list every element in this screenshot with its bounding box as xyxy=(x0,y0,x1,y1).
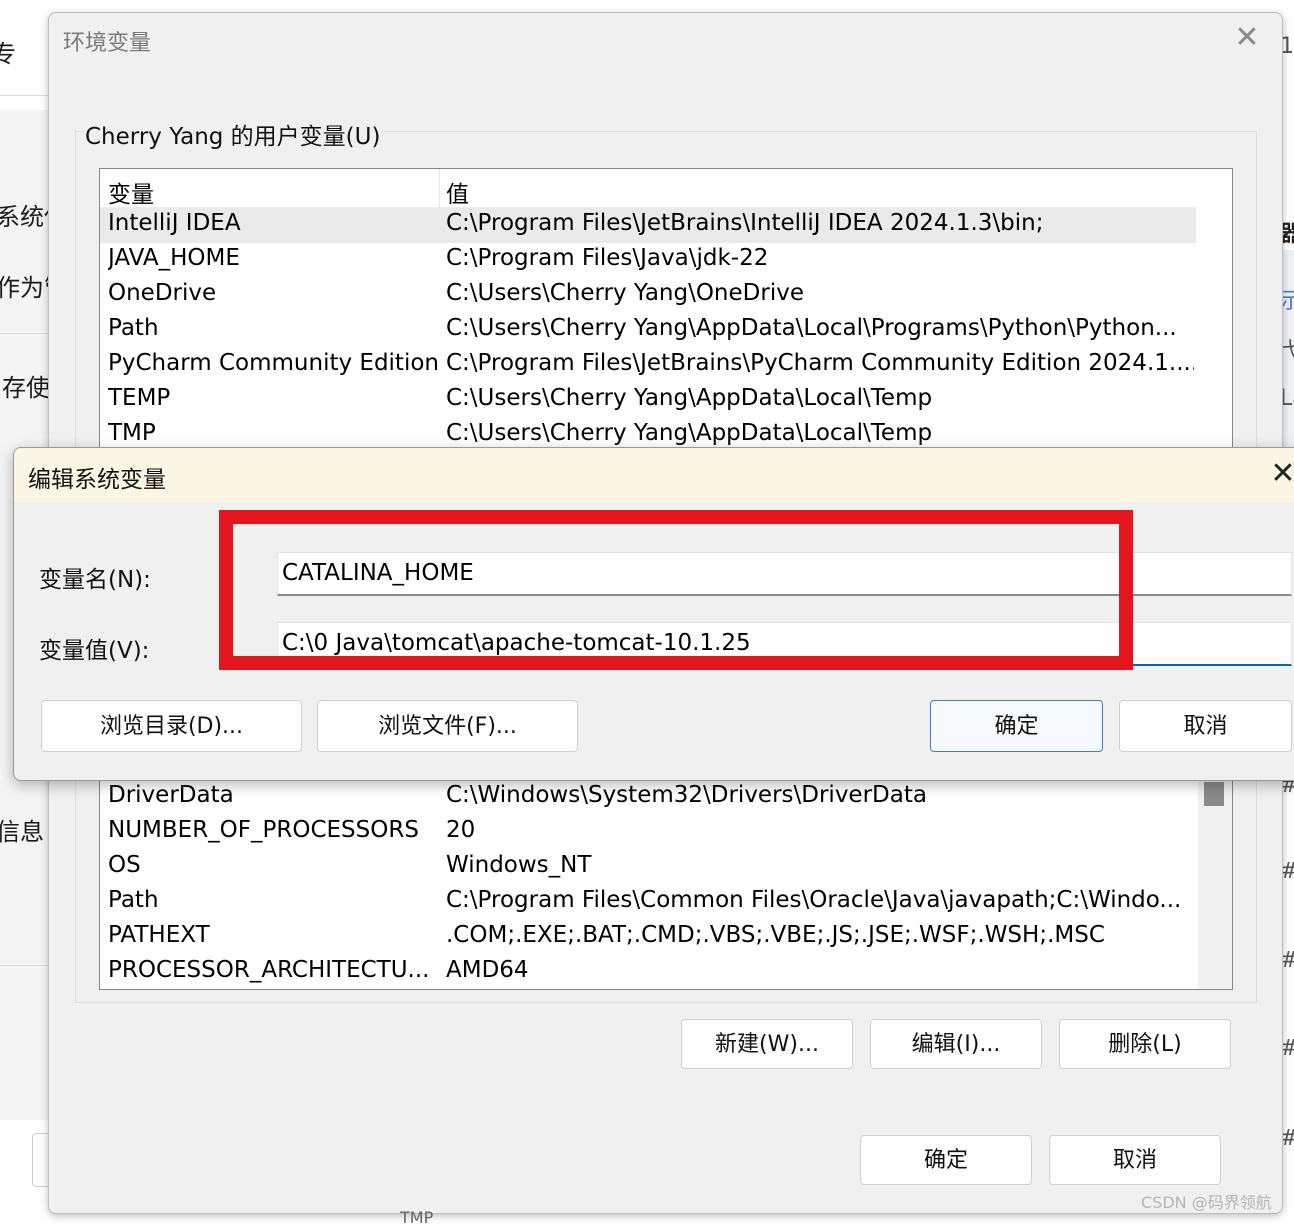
background-text: 系统保 xyxy=(0,203,50,231)
list-row[interactable]: TEMP C:\Users\Cherry Yang\AppData\Local\… xyxy=(100,383,1196,418)
variable-name: OS xyxy=(108,852,141,878)
divider xyxy=(0,333,50,334)
divider xyxy=(0,965,50,966)
variable-value: C:\Program Files\JetBrains\PyCharm Commu… xyxy=(446,350,1194,376)
cancel-button[interactable]: 取消 xyxy=(1049,1135,1221,1185)
list-row[interactable]: DriverData C:\Windows\System32\Drivers\D… xyxy=(100,780,1196,815)
background-text: 存使 xyxy=(2,374,50,402)
ok-button[interactable]: 确定 xyxy=(930,700,1103,752)
column-header-variable[interactable]: 变量 xyxy=(108,175,154,209)
column-divider[interactable] xyxy=(439,169,440,207)
variable-name-label: 变量名(N): xyxy=(39,567,151,593)
variable-value: Windows_NT xyxy=(446,852,592,878)
ok-button[interactable]: 确定 xyxy=(860,1135,1032,1185)
list-row-selected[interactable]: IntelliJ IDEA C:\Program Files\JetBrains… xyxy=(100,208,1196,243)
variable-value-input[interactable]: C:\0 Java\tomcat\apache-tomcat-10.1.25 xyxy=(277,622,1292,666)
variable-value: C:\Program Files\Java\jdk-22 xyxy=(446,245,769,271)
variable-name: TMP xyxy=(108,420,156,446)
browse-file-button[interactable]: 浏览文件(F)... xyxy=(317,700,578,752)
dialog-title: 环境变量 xyxy=(63,31,152,56)
edit-system-variable-dialog: 编辑系统变量 ✕ 变量名(N): CATALINA_HOME 变量值(V): C… xyxy=(13,447,1294,781)
list-row[interactable]: PATHEXT .COM;.EXE;.BAT;.CMD;.VBS;.VBE;.J… xyxy=(100,920,1196,955)
browse-directory-button[interactable]: 浏览目录(D)... xyxy=(41,700,302,752)
variable-value: C:\Program Files\JetBrains\IntelliJ IDEA… xyxy=(446,210,1044,236)
variable-name: TEMP xyxy=(108,385,171,411)
variable-name: PyCharm Community Edition xyxy=(108,350,438,376)
variable-value-label: 变量值(V): xyxy=(39,638,150,664)
variable-value: C:\Users\Cherry Yang\OneDrive xyxy=(446,280,804,306)
close-icon[interactable]: ✕ xyxy=(1268,458,1294,490)
variable-name: JAVA_HOME xyxy=(108,245,240,271)
list-row[interactable]: Path C:\Program Files\Common Files\Oracl… xyxy=(100,885,1196,920)
list-row[interactable]: OneDrive C:\Users\Cherry Yang\OneDrive xyxy=(100,278,1196,313)
list-row[interactable]: PROCESSOR_ARCHITECTU... AMD64 xyxy=(100,955,1196,989)
cancel-button[interactable]: 取消 xyxy=(1119,700,1292,752)
new-variable-button[interactable]: 新建(W)... xyxy=(681,1019,853,1069)
list-row[interactable]: Path C:\Users\Cherry Yang\AppData\Local\… xyxy=(100,313,1196,348)
variable-value: C:\Users\Cherry Yang\AppData\Local\Progr… xyxy=(446,315,1177,341)
background-text: 信息 xyxy=(0,818,44,846)
variable-value: 20 xyxy=(446,817,476,843)
edit-variable-button[interactable]: 编辑(I)... xyxy=(870,1019,1042,1069)
variable-name: DriverData xyxy=(108,782,234,808)
variable-value: C:\Users\Cherry Yang\AppData\Local\Temp xyxy=(446,420,933,446)
variable-value: AMD64 xyxy=(446,957,529,983)
list-row[interactable]: JAVA_HOME C:\Program Files\Java\jdk-22 xyxy=(100,243,1196,278)
background-text: 专 xyxy=(0,40,16,68)
variable-value: C:\Program Files\Common Files\Oracle\Jav… xyxy=(446,887,1182,913)
divider xyxy=(0,95,50,96)
variable-name: OneDrive xyxy=(108,280,217,306)
scrollbar-thumb[interactable] xyxy=(1204,782,1224,806)
variable-value: C:\Users\Cherry Yang\AppData\Local\Temp xyxy=(446,385,933,411)
background-text: 作为管 xyxy=(0,274,50,302)
dialog-title: 编辑系统变量 xyxy=(28,467,166,493)
dialog-titlebar[interactable] xyxy=(14,448,1294,502)
variable-name: Path xyxy=(108,315,159,341)
variable-name: Path xyxy=(108,887,159,913)
variable-name: IntelliJ IDEA xyxy=(108,210,241,236)
variable-name-input[interactable]: CATALINA_HOME xyxy=(277,552,1292,596)
variable-name: PROCESSOR_ARCHITECTU... xyxy=(108,957,430,983)
delete-variable-button[interactable]: 删除(L) xyxy=(1059,1019,1231,1069)
user-variables-group-title: Cherry Yang 的用户变量(U) xyxy=(83,117,383,151)
list-row[interactable]: PyCharm Community Edition C:\Program Fil… xyxy=(100,348,1196,383)
list-row[interactable]: OS Windows_NT xyxy=(100,850,1196,885)
variable-value: C:\Windows\System32\Drivers\DriverData xyxy=(446,782,927,808)
list-row[interactable]: NUMBER_OF_PROCESSORS 20 xyxy=(100,815,1196,850)
list-header: 变量 值 xyxy=(100,169,1196,208)
close-icon[interactable]: ✕ xyxy=(1232,23,1262,53)
variable-name: PATHEXT xyxy=(108,922,210,948)
column-header-value[interactable]: 值 xyxy=(446,175,469,209)
variable-value: .COM;.EXE;.BAT;.CMD;.VBS;.VBE;.JS;.JSE;.… xyxy=(446,922,1105,948)
variable-name: NUMBER_OF_PROCESSORS xyxy=(108,817,419,843)
watermark: CSDN @码界领航 xyxy=(1141,1193,1272,1212)
